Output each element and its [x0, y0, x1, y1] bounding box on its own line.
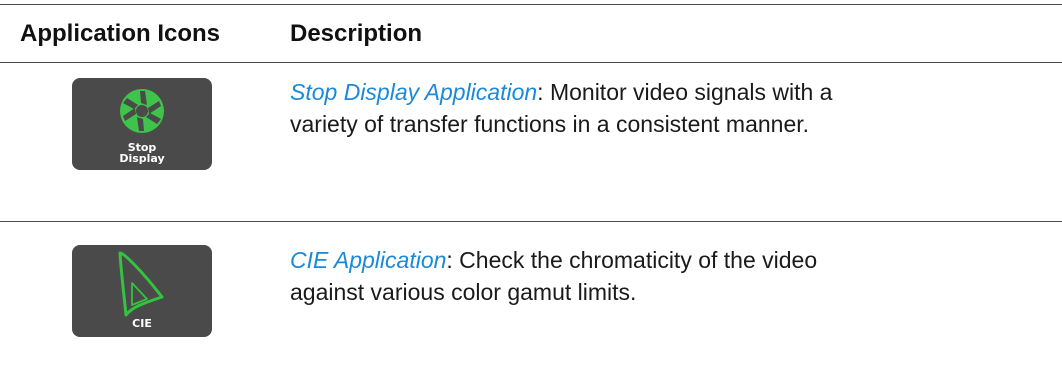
stop-display-application-link[interactable]: Stop Display Application [290, 79, 537, 105]
stop-display-app-icon[interactable]: Stop Display [72, 78, 212, 170]
header-description: Description [290, 20, 423, 47]
header-divider [0, 62, 1062, 63]
cie-description: CIE Application: Check the chromaticity … [290, 244, 850, 308]
table-top-rule [0, 4, 1062, 5]
stop-display-description: Stop Display Application: Monitor video … [290, 76, 850, 140]
icon-label-cie: CIE [132, 317, 152, 330]
row-divider [0, 221, 1062, 222]
icon-label-display: Display [119, 152, 165, 165]
cie-app-icon[interactable]: CIE [72, 245, 212, 337]
cie-application-link[interactable]: CIE Application [290, 247, 446, 273]
header-application-icons: Application Icons [20, 20, 221, 47]
